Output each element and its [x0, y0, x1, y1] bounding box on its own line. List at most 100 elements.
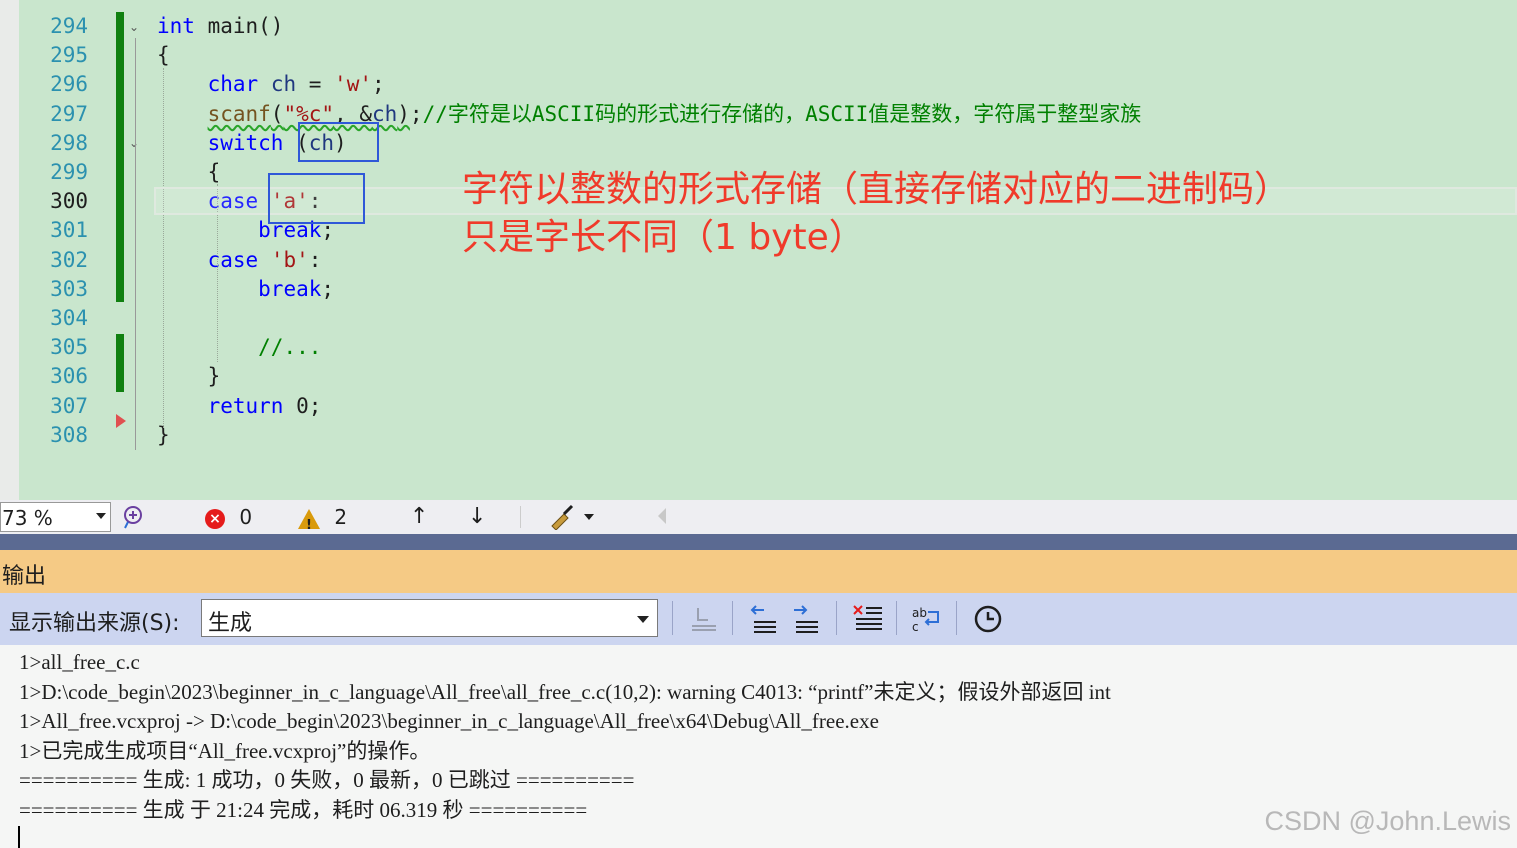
- line-number: 303: [50, 276, 88, 301]
- code-line[interactable]: 294 int main(): [0, 12, 1517, 41]
- panel-splitter[interactable]: [0, 534, 1517, 550]
- code-line[interactable]: 306 }: [0, 362, 1517, 391]
- code-text[interactable]: //...: [157, 333, 321, 362]
- code-line[interactable]: 305 //...: [0, 333, 1517, 362]
- code-token: main(): [194, 14, 284, 38]
- warning-count-button[interactable]: ! 2: [298, 504, 347, 533]
- line-number: 308: [50, 422, 88, 447]
- fold-guide-line: [135, 38, 136, 450]
- warning-icon: !: [298, 508, 320, 533]
- code-line[interactable]: 295 {: [0, 41, 1517, 70]
- code-line[interactable]: 308}: [0, 421, 1517, 450]
- code-line[interactable]: 297 scanf("%c", &ch);//字符是以ASCII码的形式进行存储…: [0, 100, 1517, 129]
- code-text[interactable]: char ch = 'w';: [157, 70, 385, 99]
- arrow-down-icon[interactable]: ↓: [468, 504, 486, 530]
- text-caret: [18, 826, 20, 848]
- fold-toggle-switch[interactable]: ⌄: [127, 136, 141, 150]
- editor-status-bar: 73 % × 0 ! 2 ↑ ↓: [0, 500, 1517, 534]
- clock-icon[interactable]: [972, 604, 1004, 634]
- code-token: scanf: [207, 101, 271, 126]
- line-number: 306: [50, 364, 88, 389]
- output-line: 1>all_free_c.c: [19, 650, 140, 674]
- arrow-up-icon[interactable]: ↑: [410, 504, 428, 530]
- go-to-line-icon[interactable]: [688, 604, 720, 634]
- code-text[interactable]: return 0;: [157, 392, 322, 421]
- output-toolbar: 显示输出来源(S): 生成 ab c: [0, 593, 1517, 645]
- intellicode-icon[interactable]: [120, 504, 146, 536]
- svg-text:ab: ab: [912, 606, 927, 620]
- code-token: ;: [371, 72, 385, 97]
- code-token: //...: [258, 335, 322, 360]
- fold-toggle-main[interactable]: ⌄: [127, 20, 141, 34]
- code-token: case: [207, 247, 259, 272]
- word-wrap-icon[interactable]: ab c: [910, 604, 942, 634]
- zoom-value: 73 %: [2, 506, 53, 530]
- indent-guide: [163, 68, 164, 428]
- separator: [732, 601, 733, 635]
- code-line[interactable]: 307 return 0;: [0, 392, 1517, 421]
- code-token: char: [207, 72, 259, 97]
- line-number: 304: [50, 306, 88, 330]
- previous-message-icon[interactable]: [748, 604, 780, 634]
- watermark: CSDN @John.Lewis: [1264, 806, 1512, 836]
- output-line: ========== 生成: 1 成功，0 失败，0 最新，0 已跳过 ====…: [19, 768, 635, 793]
- output-line: ========== 生成 于 21:24 完成，耗时 06.319 秒 ===…: [19, 798, 588, 822]
- separator: [896, 601, 897, 635]
- code-line[interactable]: 298 switch (ch): [0, 129, 1517, 158]
- code-editor[interactable]: 294 int main() 295{296 char ch = 'w'; 297 s…: [0, 0, 1517, 500]
- next-message-icon[interactable]: [790, 604, 822, 634]
- clear-all-icon[interactable]: [852, 604, 884, 634]
- code-token: ): [397, 101, 410, 126]
- code-text[interactable]: {: [157, 41, 170, 70]
- error-count-button[interactable]: × 0: [205, 504, 252, 530]
- annotation-text-line1: 字符以整数的形式存储（直接存储对应的二进制码）: [462, 169, 1291, 210]
- code-token: {: [157, 43, 170, 68]
- annotation-text-line2: 只是字长不同（1 byte）: [462, 217, 865, 258]
- code-token: switch: [207, 130, 284, 155]
- code-token: {: [157, 160, 221, 184]
- separator: [956, 601, 957, 635]
- code-token: ;: [409, 101, 423, 126]
- code-text[interactable]: case 'b':: [157, 246, 322, 275]
- output-line: 1>All_free.vcxproj -> D:\code_begin\2023…: [19, 709, 879, 734]
- separator: [520, 506, 521, 528]
- code-text[interactable]: int main(): [157, 12, 283, 41]
- line-number: 300: [50, 189, 88, 214]
- change-indicator-bar: [116, 12, 124, 302]
- code-token: 0;: [283, 393, 322, 418]
- output-source-select[interactable]: 生成: [201, 599, 658, 637]
- cleanup-brush-icon[interactable]: [548, 504, 596, 536]
- line-number: 307: [50, 393, 88, 418]
- output-line: 1>D:\code_begin\2023\beginner_in_c_langu…: [19, 679, 1111, 704]
- zoom-select[interactable]: 73 %: [0, 502, 111, 532]
- code-line[interactable]: 296 char ch = 'w';: [0, 70, 1517, 99]
- code-text[interactable]: break;: [157, 275, 334, 304]
- output-line: 1>已完成生成项目“All_free.vcxproj”的操作。: [19, 738, 431, 763]
- chevron-down-icon: [637, 616, 649, 623]
- code-token: 'b': [270, 247, 309, 272]
- annotation-box-switch-expr: [298, 122, 379, 162]
- code-line[interactable]: 304: [0, 304, 1517, 333]
- code-token: }: [157, 364, 221, 389]
- output-source-label: 显示输出来源(S):: [9, 611, 180, 636]
- line-number: 302: [50, 247, 88, 272]
- output-panel-title-bar: 输出: [0, 550, 1517, 593]
- line-number: 297: [50, 101, 88, 126]
- code-token: (: [270, 101, 284, 126]
- code-token: 'w': [334, 72, 372, 97]
- scroll-left-icon[interactable]: [658, 508, 666, 524]
- separator: [672, 601, 673, 635]
- code-line[interactable]: 303 break;: [0, 275, 1517, 304]
- code-text[interactable]: }: [157, 362, 221, 391]
- line-number: 294: [50, 14, 88, 38]
- code-text[interactable]: {: [157, 158, 221, 187]
